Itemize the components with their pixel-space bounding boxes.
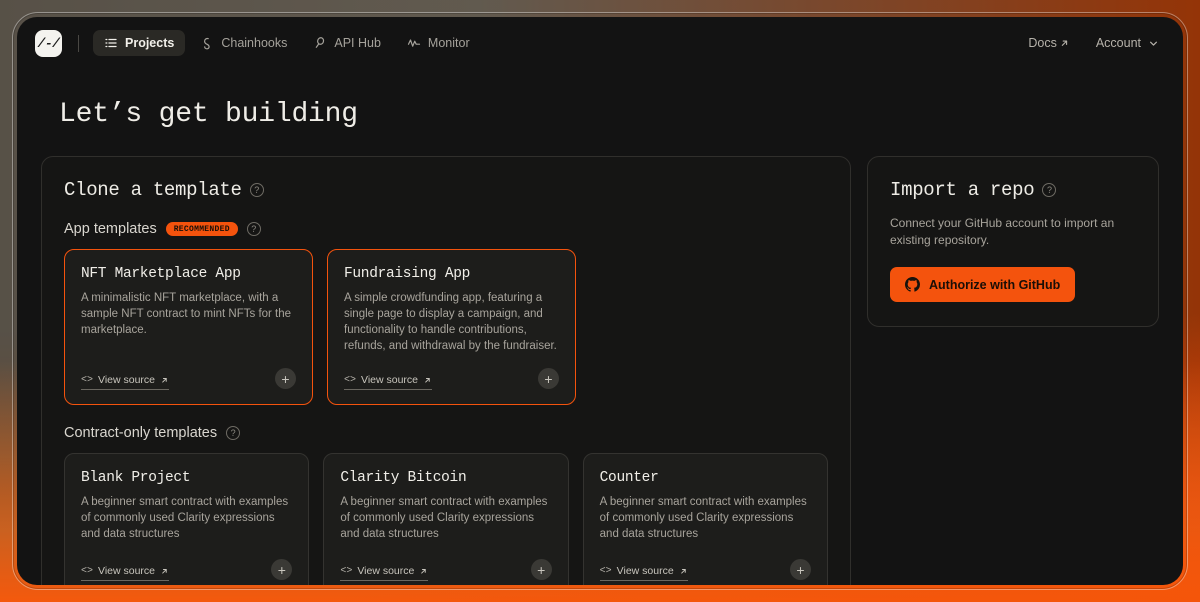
- view-source-link[interactable]: <> View source: [340, 565, 428, 581]
- nav-tab-api-hub[interactable]: API Hub: [302, 30, 392, 56]
- add-template-button[interactable]: +: [275, 368, 296, 389]
- template-card-blank-project[interactable]: Blank Project A beginner smart contract …: [64, 453, 309, 585]
- external-link-icon: [679, 567, 688, 576]
- app-template-cards: NFT Marketplace App A minimalistic NFT m…: [64, 249, 828, 405]
- clone-template-title: Clone a template ?: [64, 179, 828, 201]
- external-link-icon: [160, 567, 169, 576]
- nav-tab-projects[interactable]: Projects: [93, 30, 185, 56]
- top-navigation-bar: /-/ Projects: [17, 17, 1183, 69]
- view-source-label: View source: [98, 374, 155, 386]
- nav-right-group: Docs Account: [1028, 36, 1159, 50]
- add-template-button[interactable]: +: [531, 559, 552, 580]
- add-template-button[interactable]: +: [790, 559, 811, 580]
- page-title: Let’s get building: [59, 99, 1159, 130]
- pulse-icon: [407, 36, 421, 50]
- contract-template-cards: Blank Project A beginner smart contract …: [64, 453, 828, 585]
- template-card-footer: <> View source +: [600, 559, 811, 581]
- magnifier-icon: [313, 36, 327, 50]
- contract-templates-section-header: Contract-only templates ?: [64, 425, 828, 441]
- template-card-description: A beginner smart contract with examples …: [600, 494, 811, 542]
- hook-icon: [200, 36, 214, 50]
- add-template-button[interactable]: +: [538, 368, 559, 389]
- chevron-down-icon: [1148, 38, 1159, 49]
- code-brackets-icon: <>: [81, 375, 93, 386]
- import-repo-panel: Import a repo ? Connect your GitHub acco…: [867, 156, 1159, 327]
- template-card-nft-marketplace[interactable]: NFT Marketplace App A minimalistic NFT m…: [64, 249, 313, 405]
- nav-tab-monitor-label: Monitor: [428, 36, 470, 50]
- nav-divider: [78, 35, 79, 52]
- app-window: /-/ Projects: [17, 17, 1183, 585]
- template-card-description: A beginner smart contract with examples …: [81, 494, 292, 542]
- code-brackets-icon: <>: [344, 375, 356, 386]
- nav-tab-api-hub-label: API Hub: [334, 36, 381, 50]
- add-template-button[interactable]: +: [271, 559, 292, 580]
- template-card-fundraising[interactable]: Fundraising App A simple crowdfunding ap…: [327, 249, 576, 405]
- view-source-label: View source: [357, 565, 414, 577]
- template-card-counter[interactable]: Counter A beginner smart contract with e…: [583, 453, 828, 585]
- clone-template-panel: Clone a template ? App templates RECOMME…: [41, 156, 851, 585]
- device-frame: /-/ Projects: [0, 0, 1200, 602]
- code-brackets-icon: <>: [81, 566, 93, 577]
- view-source-label: View source: [98, 565, 155, 577]
- import-repo-description: Connect your GitHub account to import an…: [890, 215, 1136, 249]
- external-link-icon: [423, 376, 432, 385]
- template-card-title: Fundraising App: [344, 266, 559, 282]
- nav-tab-projects-label: Projects: [125, 36, 174, 50]
- template-card-description: A minimalistic NFT marketplace, with a s…: [81, 290, 296, 338]
- template-card-description: A beginner smart contract with examples …: [340, 494, 551, 542]
- app-logo[interactable]: /-/: [35, 30, 62, 57]
- docs-link-label: Docs: [1028, 36, 1056, 50]
- external-link-icon: [419, 567, 428, 576]
- view-source-label: View source: [361, 374, 418, 386]
- view-source-link[interactable]: <> View source: [81, 374, 169, 390]
- list-icon: [104, 36, 118, 50]
- authorize-with-github-button[interactable]: Authorize with GitHub: [890, 267, 1075, 302]
- code-brackets-icon: <>: [600, 566, 612, 577]
- template-card-title: Blank Project: [81, 470, 292, 486]
- question-mark-icon[interactable]: ?: [226, 426, 240, 440]
- account-menu-label: Account: [1096, 36, 1141, 50]
- account-menu[interactable]: Account: [1096, 36, 1159, 50]
- nav-items: Projects Chainhooks: [93, 30, 481, 56]
- app-templates-section-header: App templates RECOMMENDED ?: [64, 221, 828, 237]
- import-repo-title-text: Import a repo: [890, 179, 1034, 201]
- question-mark-icon[interactable]: ?: [1042, 183, 1056, 197]
- nav-tab-chainhooks[interactable]: Chainhooks: [189, 30, 298, 56]
- import-repo-title: Import a repo ?: [890, 179, 1136, 201]
- template-card-description: A simple crowdfunding app, featuring a s…: [344, 290, 559, 354]
- nav-tab-chainhooks-label: Chainhooks: [221, 36, 287, 50]
- clone-template-title-text: Clone a template: [64, 179, 242, 201]
- view-source-link[interactable]: <> View source: [600, 565, 688, 581]
- template-card-clarity-bitcoin[interactable]: Clarity Bitcoin A beginner smart contrac…: [323, 453, 568, 585]
- page-body: Let’s get building Clone a template ? Ap…: [17, 69, 1183, 585]
- app-templates-label: App templates: [64, 221, 157, 237]
- docs-link[interactable]: Docs: [1028, 36, 1069, 50]
- template-card-footer: <> View source +: [340, 559, 551, 581]
- contract-templates-label: Contract-only templates: [64, 425, 217, 441]
- template-card-footer: <> View source +: [81, 368, 296, 390]
- github-icon: [905, 277, 920, 292]
- view-source-label: View source: [617, 565, 674, 577]
- external-link-icon: [160, 376, 169, 385]
- external-link-icon: [1059, 38, 1070, 49]
- view-source-link[interactable]: <> View source: [344, 374, 432, 390]
- recommended-badge: RECOMMENDED: [166, 222, 238, 236]
- template-card-title: Clarity Bitcoin: [340, 470, 551, 486]
- view-source-link[interactable]: <> View source: [81, 565, 169, 581]
- nav-tab-monitor[interactable]: Monitor: [396, 30, 481, 56]
- question-mark-icon[interactable]: ?: [247, 222, 261, 236]
- content-columns: Clone a template ? App templates RECOMME…: [41, 156, 1159, 585]
- template-card-title: NFT Marketplace App: [81, 266, 296, 282]
- code-brackets-icon: <>: [340, 566, 352, 577]
- authorize-with-github-label: Authorize with GitHub: [929, 278, 1060, 292]
- template-card-footer: <> View source +: [344, 368, 559, 390]
- template-card-title: Counter: [600, 470, 811, 486]
- template-card-footer: <> View source +: [81, 559, 292, 581]
- question-mark-icon[interactable]: ?: [250, 183, 264, 197]
